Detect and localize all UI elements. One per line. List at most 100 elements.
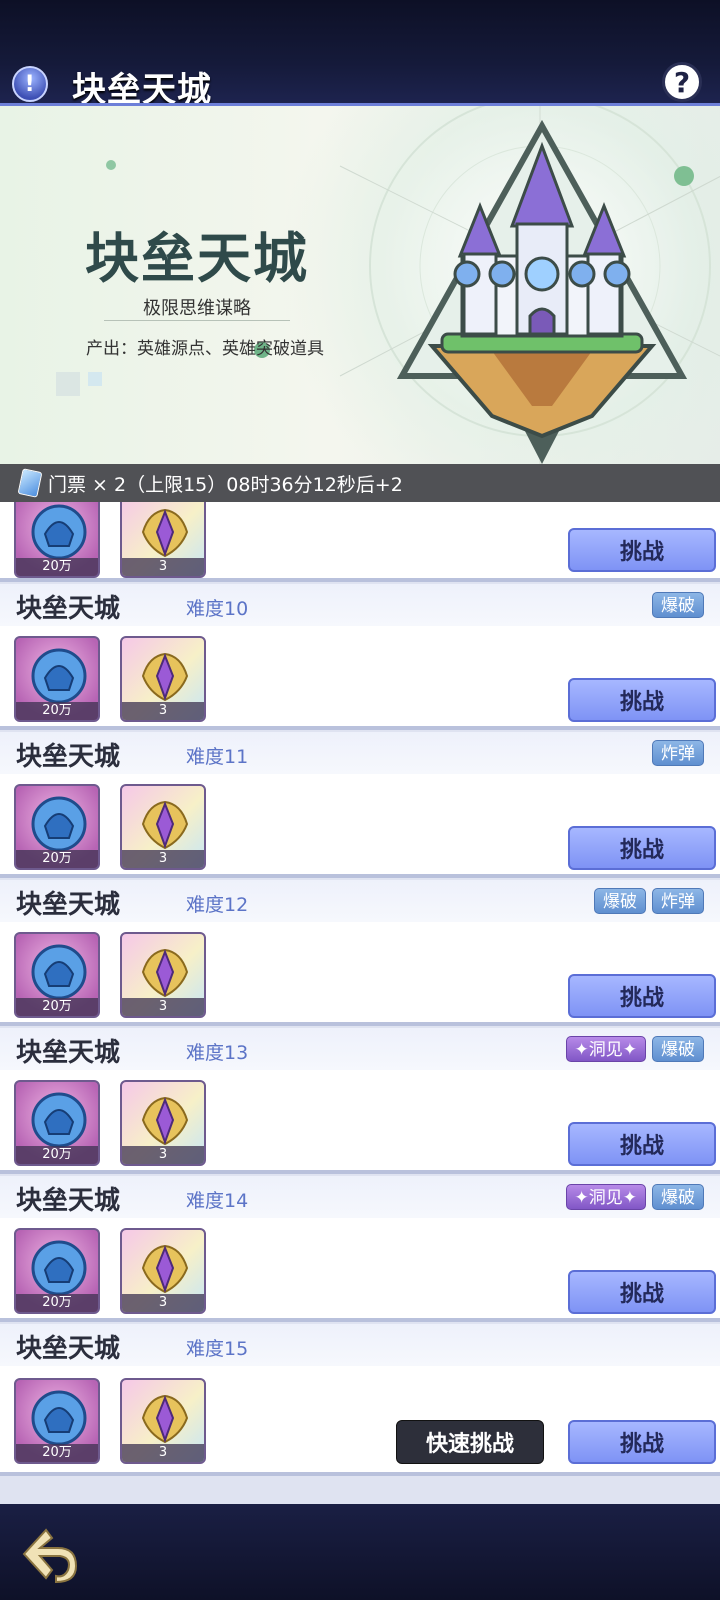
tag-insight[interactable]: ✦洞见✦ bbox=[565, 1036, 646, 1062]
challenge-button[interactable]: 挑战 bbox=[568, 974, 716, 1018]
level-name: 块垒天城 bbox=[16, 594, 121, 624]
reward-gem[interactable]: 20万 bbox=[14, 1080, 100, 1166]
reward-gem[interactable]: 20万 bbox=[14, 1378, 100, 1464]
back-arrow-icon[interactable] bbox=[16, 1524, 80, 1584]
reward-quantity: 20万 bbox=[16, 1294, 98, 1312]
page-title: 块垒天城 bbox=[72, 70, 212, 110]
level-name: 块垒天城 bbox=[16, 1038, 121, 1068]
ticket-icon bbox=[17, 468, 43, 498]
tag-bomb[interactable]: 炸弹 bbox=[652, 740, 704, 766]
tag-insight[interactable]: ✦洞见✦ bbox=[565, 1184, 646, 1210]
reward-quantity: 20万 bbox=[16, 998, 98, 1016]
banner-title: 块垒天城 bbox=[85, 226, 309, 290]
level-card-15: 块垒天城 难度15 20万 3 快速挑战 挑战 bbox=[0, 1324, 720, 1476]
reward-crest[interactable]: 3 bbox=[120, 636, 206, 722]
level-tags: 爆破 bbox=[652, 592, 704, 618]
level-name: 块垒天城 bbox=[16, 1186, 121, 1216]
challenge-button[interactable]: 挑战 bbox=[568, 678, 716, 722]
level-card-13: 块垒天城 难度13 ✦洞见✦ 爆破 20万 3 挑战 bbox=[0, 1028, 720, 1174]
reward-crest[interactable]: 3 bbox=[120, 502, 206, 578]
level-header: 块垒天城 难度10 爆破 bbox=[0, 584, 720, 626]
reward-quantity: 3 bbox=[122, 850, 204, 868]
exclamation-icon: ! bbox=[24, 71, 36, 97]
reward-crest[interactable]: 3 bbox=[120, 1378, 206, 1464]
question-icon: ? bbox=[673, 65, 691, 99]
reward-quantity: 20万 bbox=[16, 702, 98, 720]
tag-blast[interactable]: 爆破 bbox=[652, 1184, 704, 1210]
reward-gem[interactable]: 20万 bbox=[14, 502, 100, 578]
reward-crest[interactable]: 3 bbox=[120, 932, 206, 1018]
reward-gem[interactable]: 20万 bbox=[14, 932, 100, 1018]
decor-square bbox=[88, 372, 102, 386]
tag-blast[interactable]: 爆破 bbox=[652, 592, 704, 618]
reward-quantity: 20万 bbox=[16, 558, 98, 576]
level-difficulty: 难度11 bbox=[186, 746, 249, 768]
reward-quantity: 20万 bbox=[16, 1146, 98, 1164]
level-difficulty: 难度14 bbox=[186, 1190, 249, 1212]
reward-quantity: 3 bbox=[122, 1294, 204, 1312]
mode-banner: 块垒天城 极限思维谋略 产出：英雄源点、英雄突破道具 bbox=[0, 106, 720, 464]
reward-gem[interactable]: 20万 bbox=[14, 636, 100, 722]
reward-gem[interactable]: 20万 bbox=[14, 1228, 100, 1314]
bottom-bar bbox=[0, 1504, 720, 1600]
divider bbox=[104, 320, 290, 321]
reward-gem[interactable]: 20万 bbox=[14, 784, 100, 870]
level-card-12: 块垒天城 难度12 爆破 炸弹 20万 3 挑战 bbox=[0, 880, 720, 1026]
winged-crystal-icon bbox=[141, 508, 189, 558]
winged-crystal-icon bbox=[141, 948, 189, 998]
challenge-button[interactable]: 挑战 bbox=[568, 1270, 716, 1314]
level-name: 块垒天城 bbox=[16, 890, 121, 920]
info-button[interactable]: ! bbox=[4, 58, 56, 110]
reward-quantity: 3 bbox=[122, 1444, 204, 1462]
tag-bomb[interactable]: 炸弹 bbox=[652, 888, 704, 914]
ticket-bar: 门票 × 2（上限15）08时36分12秒后+2 bbox=[0, 464, 720, 502]
blue-helmet-gem-icon bbox=[31, 796, 87, 852]
level-header: 块垒天城 难度14 ✦洞见✦ 爆破 bbox=[0, 1176, 720, 1218]
decor-square bbox=[56, 372, 80, 396]
level-header: 块垒天城 难度12 爆破 炸弹 bbox=[0, 880, 720, 922]
reward-crest[interactable]: 3 bbox=[120, 784, 206, 870]
challenge-button[interactable]: 挑战 bbox=[568, 826, 716, 870]
reward-crest[interactable]: 3 bbox=[120, 1080, 206, 1166]
level-header: 块垒天城 难度15 bbox=[0, 1324, 720, 1366]
level-header: 块垒天城 难度13 ✦洞见✦ 爆破 bbox=[0, 1028, 720, 1070]
level-difficulty: 难度12 bbox=[186, 894, 249, 916]
tag-blast[interactable]: 爆破 bbox=[652, 1036, 704, 1062]
level-difficulty: 难度10 bbox=[186, 598, 249, 620]
level-list[interactable]: 20万 3 挑战 块垒天城 难度10 爆破 20万 3 挑战 块垒天城 难度11… bbox=[0, 502, 720, 1504]
top-bar: ! 块垒天城 ? bbox=[0, 0, 720, 110]
level-card-14: 块垒天城 难度14 ✦洞见✦ 爆破 20万 3 挑战 bbox=[0, 1176, 720, 1322]
challenge-button[interactable]: 挑战 bbox=[568, 528, 716, 572]
challenge-button[interactable]: 挑战 bbox=[568, 1420, 716, 1464]
blue-helmet-gem-icon bbox=[31, 504, 87, 560]
reward-quantity: 3 bbox=[122, 702, 204, 720]
level-card-10: 块垒天城 难度10 爆破 20万 3 挑战 bbox=[0, 584, 720, 730]
winged-crystal-icon bbox=[141, 800, 189, 850]
level-tags: ✦洞见✦ 爆破 bbox=[565, 1036, 704, 1062]
decor-dot bbox=[106, 160, 116, 170]
help-button[interactable]: ? bbox=[662, 62, 702, 102]
reward-quantity: 3 bbox=[122, 998, 204, 1016]
reward-quantity: 3 bbox=[122, 558, 204, 576]
challenge-button[interactable]: 挑战 bbox=[568, 1122, 716, 1166]
level-tags: 炸弹 bbox=[652, 740, 704, 766]
winged-crystal-icon bbox=[141, 652, 189, 702]
blue-helmet-gem-icon bbox=[31, 1390, 87, 1446]
tag-blast[interactable]: 爆破 bbox=[594, 888, 646, 914]
banner-output-text: 产出：英雄源点、英雄突破道具 bbox=[86, 339, 324, 359]
reward-crest[interactable]: 3 bbox=[120, 1228, 206, 1314]
floating-castle-icon bbox=[396, 119, 688, 464]
level-tags: 爆破 炸弹 bbox=[594, 888, 704, 914]
winged-crystal-icon bbox=[141, 1244, 189, 1294]
level-card-11: 块垒天城 难度11 炸弹 20万 3 挑战 bbox=[0, 732, 720, 878]
quick-challenge-button[interactable]: 快速挑战 bbox=[396, 1420, 544, 1464]
reward-quantity: 20万 bbox=[16, 850, 98, 868]
level-name: 块垒天城 bbox=[16, 742, 121, 772]
level-name: 块垒天城 bbox=[16, 1334, 121, 1364]
level-difficulty: 难度15 bbox=[186, 1338, 249, 1360]
level-difficulty: 难度13 bbox=[186, 1042, 249, 1064]
banner-subtitle: 极限思维谋略 bbox=[143, 298, 251, 319]
level-tags: ✦洞见✦ 爆破 bbox=[565, 1184, 704, 1210]
level-header: 块垒天城 难度11 炸弹 bbox=[0, 732, 720, 774]
blue-helmet-gem-icon bbox=[31, 648, 87, 704]
